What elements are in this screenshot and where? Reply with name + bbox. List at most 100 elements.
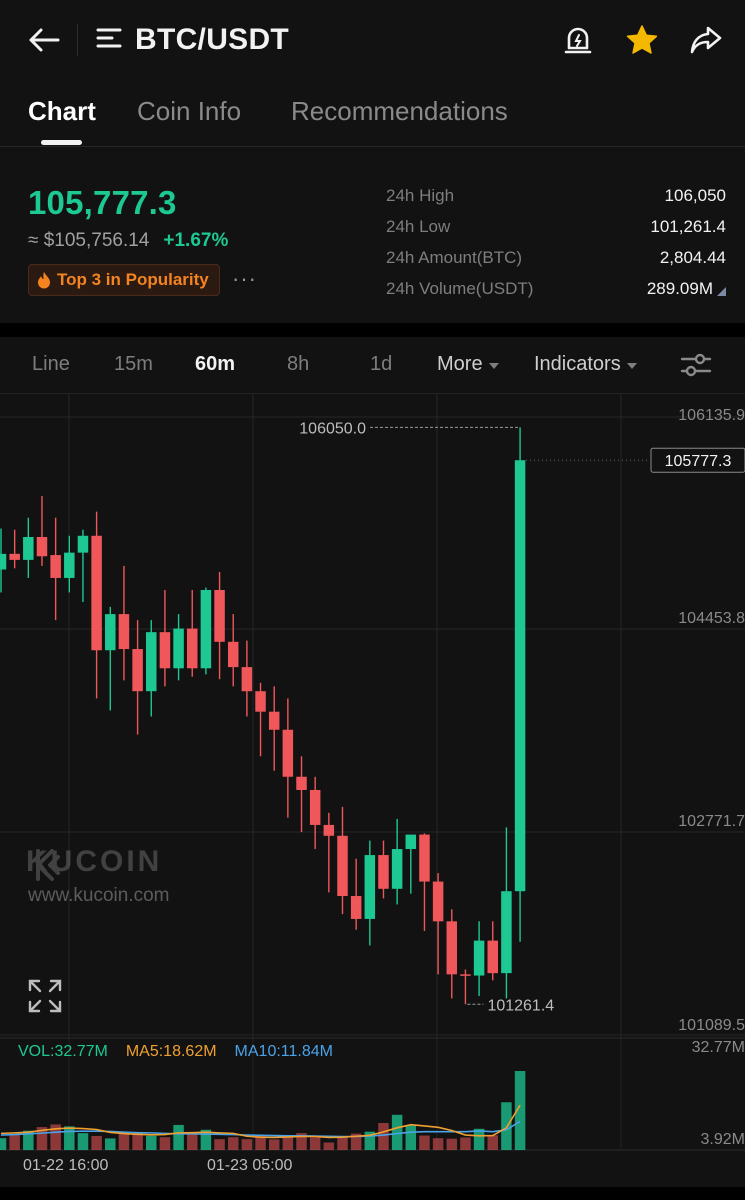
candle-body <box>501 891 512 974</box>
volume-bar <box>227 1137 239 1150</box>
candle-body <box>514 460 526 892</box>
ma5-line <box>0 1104 521 1139</box>
back-arrow-icon[interactable] <box>22 20 66 60</box>
candle-body <box>364 855 376 919</box>
bottom-system-bar <box>0 1187 745 1200</box>
timeframe-1d[interactable]: 1d <box>370 353 392 376</box>
timeframe-bar: Line 15m 60m 8h 1d More Indicators <box>0 337 745 393</box>
candle-body <box>282 729 294 777</box>
candle-body <box>323 824 335 836</box>
ma5-readout: MA5:18.62M <box>125 1043 217 1060</box>
indicators-dropdown[interactable]: Indicators <box>534 353 637 376</box>
volume-value: 289.09M <box>646 278 713 298</box>
popularity-label: Top 3 in Popularity <box>57 270 209 289</box>
candle-body <box>241 667 253 692</box>
timeframe-8h[interactable]: 8h <box>287 353 309 376</box>
pair-selector[interactable]: BTC/USDT <box>95 18 289 62</box>
stat-value: 289.09M <box>647 279 726 299</box>
y-axis-label: 104453.8 <box>678 610 745 627</box>
volume-bar <box>432 1138 444 1150</box>
y-axis-label: 106135.9 <box>678 407 745 424</box>
stat-row: 24h Volume(USDT) 289.09M <box>386 273 726 304</box>
high-marker-label: 106050.0 <box>299 420 366 437</box>
kucoin-logo-icon <box>36 849 60 881</box>
candle-body <box>23 536 34 560</box>
candle-body <box>460 974 471 976</box>
candlestick-chart[interactable]: 105777.3 106050.0 101261.4 106135.9 104453… <box>0 393 745 1174</box>
candle-body <box>118 614 130 650</box>
main-tabs: Chart Coin Info Recommendations <box>0 92 745 148</box>
stat-value: 101,261.4 <box>650 216 726 236</box>
chart-settings-sliders-icon[interactable] <box>680 351 712 384</box>
menu-icon <box>95 26 123 55</box>
more-options-button[interactable]: ··· <box>232 266 257 292</box>
top-bar: BTC/USDT <box>0 0 745 80</box>
more-timeframes-dropdown[interactable]: More <box>437 353 499 376</box>
volume-bar <box>268 1139 280 1150</box>
candle-body <box>296 776 307 790</box>
vol-readout: VOL:32.77M <box>18 1043 108 1060</box>
volume-bar <box>446 1138 458 1150</box>
candle-body <box>350 896 362 919</box>
candle-body <box>487 940 499 974</box>
favorite-star-icon[interactable] <box>623 18 661 62</box>
header-divider <box>77 24 78 56</box>
candle-body <box>132 649 143 692</box>
pair-title: BTC/USDT <box>135 23 290 56</box>
chevron-down-icon <box>488 362 499 369</box>
x-axis-label: 01-22 16:00 <box>23 1157 109 1174</box>
volume-bar <box>337 1136 348 1150</box>
stat-label: 24h Low <box>386 216 451 236</box>
volume-bar <box>309 1137 321 1150</box>
volume-bar <box>241 1139 253 1150</box>
tab-recommendations[interactable]: Recommendations <box>291 96 508 127</box>
candle-body <box>105 614 116 651</box>
popularity-badge[interactable]: Top 3 in Popularity <box>28 264 220 296</box>
candle-body <box>405 834 417 850</box>
watermark-url: www.kucoin.com <box>28 885 170 906</box>
candle-body <box>159 632 171 669</box>
fullscreen-expand-icon[interactable] <box>27 978 63 1014</box>
stat-label: 24h Amount(BTC) <box>386 247 523 267</box>
more-timeframes-label: More <box>437 353 483 375</box>
candle-body <box>91 535 102 651</box>
volume-bar <box>118 1133 130 1150</box>
candle-body <box>77 535 89 553</box>
current-price-label: 105777.3 <box>665 453 732 470</box>
timeframe-60m[interactable]: 60m <box>195 353 235 376</box>
fire-icon <box>38 272 50 289</box>
candle-body <box>227 641 239 668</box>
volume-bar <box>378 1122 389 1150</box>
volume-bar <box>77 1133 89 1150</box>
y-axis-label: 102771.7 <box>678 813 745 830</box>
x-axis-label: 01-23 05:00 <box>207 1157 293 1174</box>
timeframe-15m[interactable]: 15m <box>114 353 153 376</box>
candle-body <box>432 881 444 922</box>
volume-bar <box>460 1137 471 1150</box>
tab-coin-info[interactable]: Coin Info <box>137 96 241 127</box>
candle-body <box>9 553 20 560</box>
volume-axis-top: 32.77M <box>691 1039 745 1056</box>
candle-body <box>337 835 348 897</box>
candle-body <box>214 590 225 642</box>
volume-bar <box>405 1125 417 1150</box>
stat-value: 106,050 <box>664 185 726 205</box>
volume-bar <box>64 1126 75 1150</box>
share-icon[interactable] <box>687 18 725 62</box>
candle-body <box>255 691 266 712</box>
stats-24h: 24h High 106,050 24h Low 101,261.4 24h A… <box>386 180 726 304</box>
tabs-divider <box>0 146 745 147</box>
volume-bar <box>391 1114 403 1150</box>
tab-chart[interactable]: Chart <box>28 96 96 127</box>
volume-bar <box>323 1142 335 1150</box>
volume-bar <box>173 1124 184 1150</box>
volume-bar <box>473 1128 485 1150</box>
candle-body <box>309 790 321 825</box>
candle-body <box>146 632 157 692</box>
timeframe-line[interactable]: Line <box>32 353 70 376</box>
stat-row: 24h Amount(BTC) 2,804.44 <box>386 242 726 273</box>
stat-label: 24h Volume(USDT) <box>386 278 534 298</box>
price-alert-bell-icon[interactable] <box>559 18 597 62</box>
volume-bar <box>159 1137 171 1150</box>
section-separator <box>0 323 745 337</box>
